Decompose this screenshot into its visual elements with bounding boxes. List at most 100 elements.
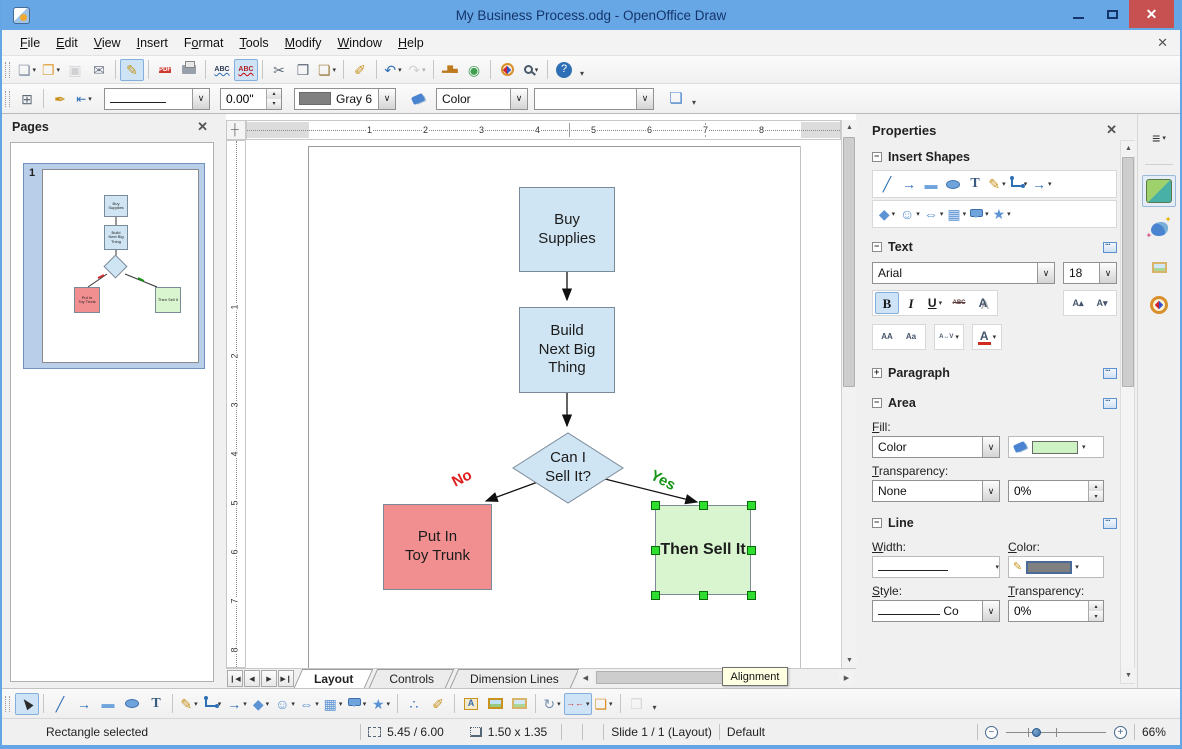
tab-layout[interactable]: Layout bbox=[298, 669, 369, 688]
chevron-down-icon[interactable]: ▾ bbox=[33, 66, 37, 74]
sidebar-tab-navigator[interactable] bbox=[1142, 289, 1176, 321]
last-page-button[interactable]: ▶❙ bbox=[278, 670, 294, 687]
selection-handle[interactable] bbox=[651, 501, 660, 510]
font-size-combo[interactable]: 18 ∨ bbox=[1063, 262, 1117, 284]
properties-scrollbar[interactable]: ▲ ▼ bbox=[1120, 140, 1136, 684]
insert-image-button[interactable] bbox=[483, 693, 507, 715]
insert-chart-button[interactable]: ▂▇▄ bbox=[438, 59, 462, 81]
gallery-button[interactable] bbox=[507, 693, 531, 715]
vertical-scrollbar[interactable]: ▲ ▼ bbox=[841, 120, 857, 668]
edit-mode-button[interactable]: ✎ bbox=[120, 58, 144, 81]
chevron-down-icon[interactable]: ▾ bbox=[266, 700, 270, 708]
minimize-button[interactable] bbox=[1061, 0, 1095, 28]
callout-shapes-button[interactable]: ▾ bbox=[345, 693, 369, 715]
spin-down-icon[interactable]: ▾ bbox=[1089, 611, 1103, 621]
area-style-button[interactable] bbox=[406, 88, 430, 110]
horizontal-scroll-thumb[interactable] bbox=[596, 671, 724, 684]
collapse-icon[interactable] bbox=[872, 397, 882, 408]
scroll-up-icon[interactable]: ▲ bbox=[1121, 141, 1136, 156]
drawing-viewport[interactable]: Buy Supplies Build Next Big Thing Can I … bbox=[246, 140, 841, 668]
paragraph-dialog-launcher-icon[interactable] bbox=[1103, 366, 1117, 379]
line-width-combo[interactable]: ▾ bbox=[872, 556, 1000, 578]
hyperlink-button[interactable]: ◉ bbox=[462, 59, 486, 81]
menu-file[interactable]: File bbox=[12, 32, 48, 54]
new-document-button[interactable]: ❏ ▾ bbox=[15, 59, 39, 81]
font-shadow-button[interactable]: A bbox=[971, 292, 995, 314]
basic-shapes-button[interactable]: ◆ ▾ bbox=[249, 693, 273, 715]
bold-button[interactable]: B bbox=[875, 292, 899, 314]
zoom-button[interactable]: ▾ bbox=[519, 59, 543, 81]
section-area[interactable]: Area bbox=[872, 392, 1117, 414]
export-pdf-button[interactable]: PDF bbox=[153, 59, 177, 81]
chevron-down-icon[interactable]: ▾ bbox=[291, 700, 295, 708]
horizontal-scrollbar[interactable]: ◀ ▶ bbox=[578, 670, 854, 686]
chevron-down-icon[interactable]: ▾ bbox=[557, 700, 561, 708]
flowchart-node-then-sell-it[interactable]: Then Sell It bbox=[655, 505, 751, 595]
tab-dimension-lines[interactable]: Dimension Lines bbox=[454, 669, 575, 688]
chevron-down-icon[interactable]: ▾ bbox=[1007, 210, 1011, 218]
spin-up-icon[interactable]: ▴ bbox=[1089, 601, 1103, 611]
tab-controls[interactable]: Controls bbox=[373, 669, 450, 688]
character-spacing-button[interactable]: A↔V ▾ bbox=[937, 326, 961, 348]
uppercase-button[interactable]: AA bbox=[875, 326, 899, 348]
block-arrows-button[interactable]: ⇔ ▾ bbox=[297, 693, 321, 715]
autospellcheck-button[interactable]: ABC bbox=[234, 58, 258, 81]
menu-help[interactable]: Help bbox=[390, 32, 432, 54]
chevron-down-icon[interactable]: ▾ bbox=[243, 700, 247, 708]
menu-modify[interactable]: Modify bbox=[277, 32, 330, 54]
zoom-in-button[interactable]: + bbox=[1113, 725, 1127, 739]
spin-down-icon[interactable]: ▾ bbox=[1089, 491, 1103, 501]
maximize-button[interactable] bbox=[1095, 0, 1129, 28]
insert-line-button[interactable]: ╱ bbox=[876, 173, 898, 195]
transparency-type-combo[interactable]: None ∨ bbox=[872, 480, 1000, 502]
scroll-down-icon[interactable]: ▼ bbox=[1121, 668, 1136, 683]
italic-button[interactable]: I bbox=[899, 292, 923, 314]
transparency-spinner[interactable]: 0% ▴ ▾ bbox=[1008, 480, 1104, 502]
collapse-icon[interactable] bbox=[872, 517, 882, 528]
alignment-button[interactable]: →← ▾ bbox=[564, 692, 592, 715]
font-color-button[interactable]: A ▾ bbox=[975, 326, 999, 348]
vertical-scroll-thumb[interactable] bbox=[843, 137, 855, 387]
section-paragraph[interactable]: Paragraph bbox=[872, 362, 1117, 384]
flowchart-node-can-i-sell-it[interactable]: Can I Sell It? bbox=[528, 449, 608, 485]
fill-color-combo[interactable]: ∨ bbox=[534, 87, 654, 110]
area-fill-color-picker[interactable]: ▾ bbox=[1008, 436, 1104, 458]
chevron-down-icon[interactable]: ▾ bbox=[916, 210, 920, 218]
open-button[interactable]: ❐ ▾ bbox=[39, 59, 63, 81]
sidebar-menu-button[interactable]: ≡ ▾ bbox=[1142, 122, 1176, 154]
chevron-down-icon[interactable]: ▾ bbox=[892, 210, 896, 218]
section-insert-shapes[interactable]: Insert Shapes bbox=[872, 146, 1117, 168]
selection-handle[interactable] bbox=[699, 501, 708, 510]
glue-points-button[interactable]: ✐ bbox=[426, 693, 450, 715]
area-dialog-launcher-icon[interactable] bbox=[1103, 396, 1117, 409]
line-style-combo2[interactable]: Co ∨ bbox=[872, 600, 1000, 622]
zoom-out-button[interactable]: − bbox=[984, 725, 998, 739]
symbol-shapes-button[interactable]: ☺ ▾ bbox=[273, 693, 297, 715]
selection-handle[interactable] bbox=[651, 591, 660, 600]
print-button[interactable] bbox=[177, 59, 201, 81]
copy-button[interactable]: ❒ bbox=[291, 59, 315, 81]
insert-connector-button[interactable]: ▾ bbox=[1008, 173, 1030, 195]
scroll-left-icon[interactable]: ◀ bbox=[578, 670, 593, 685]
collapse-icon[interactable] bbox=[872, 241, 882, 252]
chevron-down-icon[interactable]: ▾ bbox=[963, 210, 967, 218]
chevron-down-icon[interactable]: ▾ bbox=[939, 299, 943, 307]
scroll-up-icon[interactable]: ▲ bbox=[842, 120, 857, 135]
area-fill-type-combo[interactable]: Color ∨ bbox=[872, 436, 1000, 458]
page-style[interactable]: Default bbox=[727, 725, 765, 739]
block-arrows-button[interactable]: ⇔ ▾ bbox=[922, 203, 946, 225]
expand-icon[interactable] bbox=[872, 367, 882, 378]
chevron-down-icon[interactable]: ▾ bbox=[339, 700, 343, 708]
connector-button[interactable]: ▾ bbox=[201, 693, 225, 715]
strikethrough-button[interactable]: ABC bbox=[947, 292, 971, 314]
email-button[interactable]: ✉ bbox=[87, 59, 111, 81]
chevron-down-icon[interactable]: ▾ bbox=[955, 333, 959, 341]
insert-lines-arrows-button[interactable]: → ▾ bbox=[1030, 173, 1054, 195]
scroll-right-icon[interactable]: ▶ bbox=[839, 670, 854, 685]
chevron-down-icon[interactable]: ▾ bbox=[940, 210, 944, 218]
font-name-combo[interactable]: Arial ∨ bbox=[872, 262, 1055, 284]
flowchart-shapes-button[interactable]: ▦ ▾ bbox=[945, 203, 968, 225]
chevron-down-icon[interactable]: ▾ bbox=[609, 700, 613, 708]
fill-type-combo[interactable]: Color ∨ bbox=[436, 87, 528, 110]
toolbar-grip[interactable] bbox=[5, 61, 10, 78]
